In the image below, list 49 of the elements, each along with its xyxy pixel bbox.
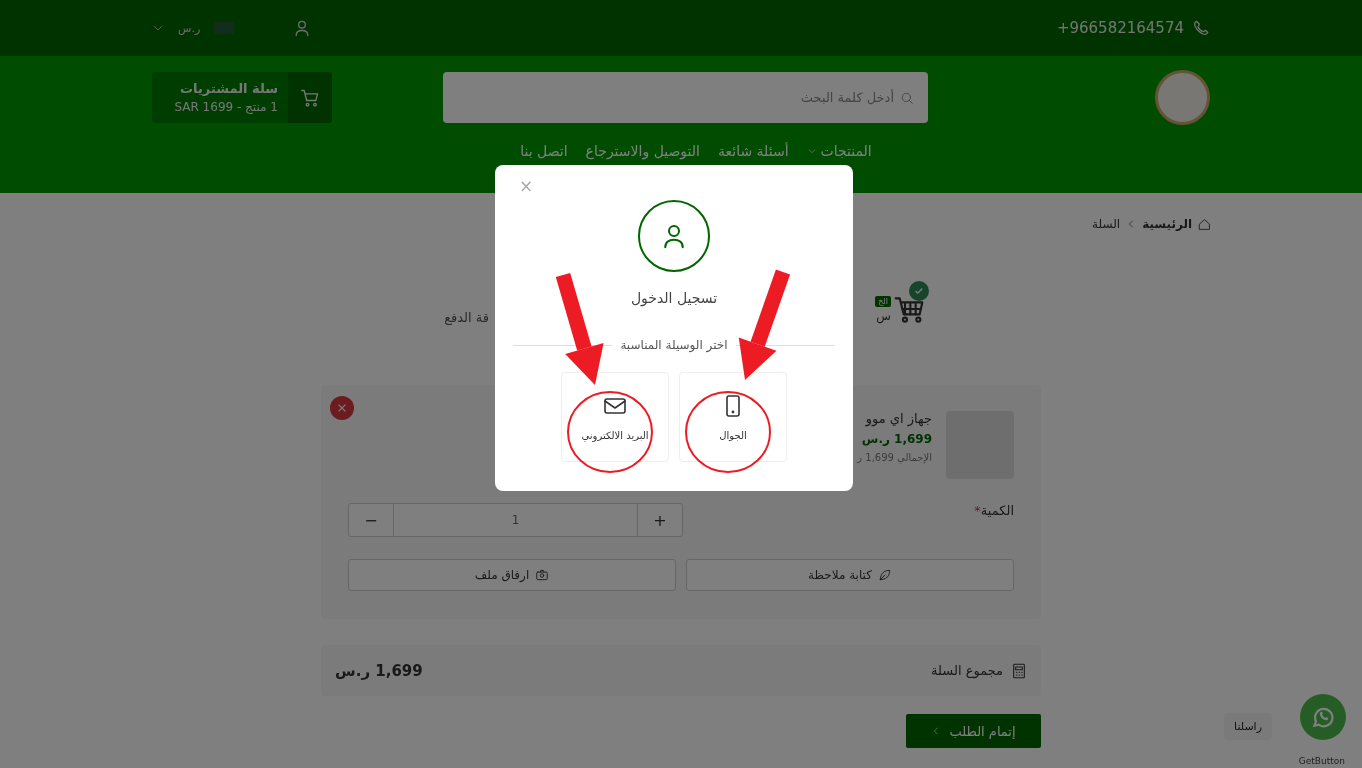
breadcrumb-current: السلة	[1092, 217, 1121, 231]
login-method-option[interactable]: الجوال	[679, 372, 787, 462]
step-badge: الخ	[875, 295, 891, 307]
nav-link[interactable]: المنتجات	[820, 143, 872, 159]
note-button[interactable]: كتابة ملاحظة	[686, 559, 1014, 591]
decrease-button[interactable]: −	[349, 504, 393, 536]
credit-text: GetButton	[1298, 756, 1345, 766]
cart-icon	[300, 87, 320, 108]
home-icon	[1198, 217, 1211, 231]
product-total: الإجمالي 1,699 ر	[857, 452, 932, 463]
flag-icon	[214, 22, 235, 34]
method-prompt: اختر الوسيلة المناسبة	[620, 338, 728, 352]
close-button[interactable]: ×	[513, 175, 540, 197]
remove-icon[interactable]	[330, 396, 354, 420]
nav-link[interactable]: أسئلة شائعة	[718, 143, 789, 159]
phone-number[interactable]: +966582164574	[1056, 19, 1184, 37]
breadcrumb-link[interactable]: الرئيسية	[1142, 217, 1192, 231]
user-avatar	[638, 200, 710, 272]
whatsapp-button[interactable]	[1300, 694, 1346, 740]
search-field[interactable]: أدخل كلمة البحث	[443, 72, 928, 123]
checkout-button[interactable]: إتمام الطلب	[906, 714, 1041, 748]
nav-link[interactable]: التوصيل والاسترجاع	[585, 143, 700, 159]
step-label: قة الدفع	[444, 309, 489, 325]
calculator-icon	[1011, 662, 1027, 679]
quantity-stepper[interactable]: − 1 +	[348, 503, 683, 537]
product-title[interactable]: جهاز اي موو	[865, 411, 932, 426]
increase-button[interactable]: +	[638, 504, 682, 536]
quantity-value: 1	[393, 504, 638, 536]
search-icon	[900, 90, 914, 105]
product-price: 1,699 ر.س	[861, 432, 932, 446]
store-logo[interactable]	[1155, 70, 1210, 125]
cart-total-value: 1,699 ر.س	[335, 661, 423, 680]
search-placeholder: أدخل كلمة البحث	[800, 90, 894, 105]
step-label: س	[876, 308, 891, 323]
login-method-option[interactable]: البريد الالكتروني	[561, 372, 669, 462]
cart-summary: 1 منتج - SAR 1699	[173, 100, 278, 114]
currency-label[interactable]: ر.س	[178, 21, 201, 35]
nav-link[interactable]: اتصل بنا	[520, 143, 568, 159]
camera-icon	[535, 568, 550, 582]
phone-icon	[1192, 19, 1210, 37]
quantity-label: الكمية*	[974, 503, 1014, 520]
cart-total-label: مجموع السلة	[931, 663, 1003, 678]
cart-title: سلة المشتريات	[179, 81, 278, 96]
cart-widget[interactable]: سلة المشتريات 1 منتج - SAR 1699	[152, 72, 332, 123]
chevron-down-icon	[806, 146, 817, 156]
dialog-title: تسجيل الدخول	[630, 290, 718, 306]
attach-button[interactable]: ارفاق ملف	[348, 559, 676, 591]
chat-tooltip: راسلنا	[1224, 713, 1272, 740]
leaf-icon	[877, 568, 892, 582]
